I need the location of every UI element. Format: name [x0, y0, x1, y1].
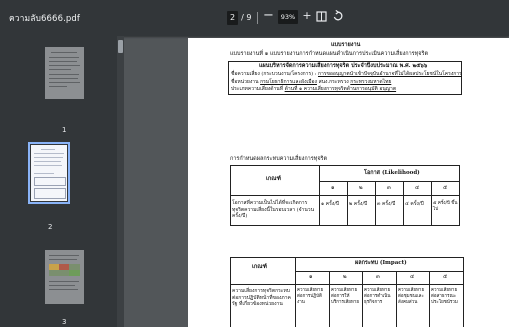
t1-level-3: ๓ [387, 185, 391, 191]
thumbnail-label-1: 1 [62, 126, 67, 134]
thumbnail-label-2: 2 [48, 223, 53, 231]
zoom-in-button[interactable]: + [301, 8, 313, 24]
fit-page-icon[interactable] [316, 11, 327, 22]
t1-event-header: เกณฑ์ [266, 176, 281, 182]
page-thumbnail-1[interactable] [45, 47, 84, 99]
t1-row-label: โอกาสที่ความเป็นไปได้ที่จะเกิดการทุจริตค… [232, 200, 314, 219]
section-title: การกำหนดผลกระทบความเสี่ยงการทุจริต [230, 156, 328, 162]
t1-likelihood-header: โอกาส (Likelihood) [364, 170, 420, 176]
dept-line: ชื่อหน่วยงาน กรมโยธาธิการและผังเมือง สนง… [231, 79, 391, 86]
thumbnail-label-3: 3 [62, 318, 67, 326]
t1-cell-5: ๕ ครั้ง/ปี ขึ้นไป [433, 201, 458, 212]
form-title: แผนบริหารจัดการความเสี่ยงการทุจริต ประจำ… [259, 63, 428, 69]
type-line: ประเภทความเสี่ยงด้านที่ ด้านที่ ๑ ความเส… [231, 86, 396, 93]
page-indicator: 2 / 9 [227, 10, 251, 25]
sub-label: สนง.กระทรวง [318, 79, 349, 85]
t2-level-4: ๔ [410, 274, 415, 280]
current-page-input[interactable]: 2 [227, 10, 239, 25]
t2-cell-3: ความเสียหายต่อการดำเนินธุรกิจการ [364, 288, 391, 305]
risk-value: การขออนุญาตนำเข้าปัจจุบันอำนาจที่ไม่ได้ผ… [317, 71, 462, 77]
t1-cell-4: ๔ ครั้ง/ปี [405, 201, 424, 207]
t1-cell-1: ๑ ครั้ง/ปี [321, 201, 340, 207]
t2-cell-2: ความเสียหายต่อการให้บริการเสียหาย [331, 288, 359, 305]
zoom-input[interactable]: 93% [278, 10, 298, 24]
page-total: / 9 [241, 13, 252, 22]
risk-line: ชื่อความเสี่ยง (กระบวนงาน/โครงการ) : การ… [231, 71, 462, 78]
sidebar-scrollbar[interactable] [117, 36, 124, 327]
report-line: แบบรายงานที่ ๑ แบบรายงานการกำหนดแผนดำเนิ… [230, 51, 429, 57]
t1-cell-2: ๒ ครั้ง/ปี [349, 201, 368, 207]
t1-level-4: ๔ [415, 185, 420, 191]
type-value: ด้านที่ ๑ ความเสี่ยงการทุจริตด้านการอนุม… [284, 86, 397, 92]
t2-cell-1: ความเสียหายต่อการปฏิบัติงาน [297, 288, 324, 305]
t2-row-label: ความเสี่ยงการทุจริตกระทบต่อการปฏิบัติหน้… [232, 288, 291, 307]
rotate-icon[interactable] [332, 10, 344, 22]
file-name: ความลับ6666.pdf [9, 14, 80, 24]
type-label: ประเภทความเสี่ยงด้านที่ [231, 86, 284, 92]
document-page: แบบรายงาน แบบรายงานที่ ๑ แบบรายงานการกำห… [188, 38, 509, 327]
dept-value: กรมโยธาธิการและผังเมือง [260, 79, 317, 85]
t1-level-1: ๑ [331, 185, 335, 191]
t2-level-1: ๑ [309, 274, 313, 280]
doc-heading: แบบรายงาน [331, 42, 361, 48]
page-thumbnail-3[interactable] [45, 250, 84, 304]
sidebar-scroll-thumb[interactable] [118, 40, 123, 53]
dept-label: ชื่อหน่วยงาน [231, 79, 259, 85]
t2-level-5: ๕ [443, 274, 448, 280]
sub-value: กระทรวงมหาดไทย [350, 79, 392, 85]
toolbar-divider [257, 12, 258, 24]
t2-cell-5: ความเสียหายต่อสาธารณะประโยชน์รวม [431, 288, 458, 305]
t1-cell-3: ๓ ครั้ง/ปี [377, 201, 396, 207]
t2-impact-header: ผลกระทบ (Impact) [355, 260, 407, 266]
risk-label: ชื่อความเสี่ยง (กระบวนงาน/โครงการ) : [231, 71, 317, 77]
t1-level-2: ๒ [359, 185, 363, 191]
t2-level-3: ๓ [376, 274, 380, 280]
t2-level-2: ๒ [343, 274, 347, 280]
pdf-toolbar: ความลับ6666.pdf 2 / 9 − 93% + [0, 0, 509, 36]
t1-level-5: ๕ [443, 185, 448, 191]
t2-event-header: เกณฑ์ [252, 264, 267, 270]
page-thumbnail-2[interactable] [28, 142, 70, 204]
t2-cell-4: ความเสียหายต่อชุมชนและสังคมส่วน [398, 288, 425, 305]
zoom-out-button[interactable]: − [262, 8, 275, 24]
